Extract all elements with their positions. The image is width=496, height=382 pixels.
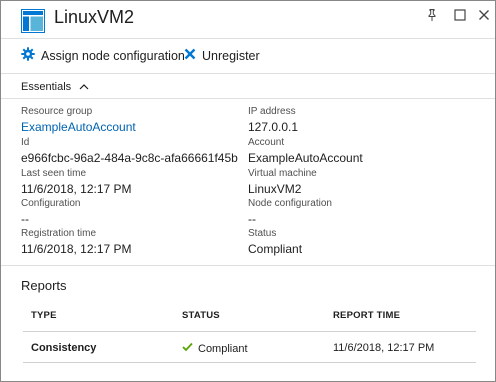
row-report-time: 11/6/2018, 12:17 PM xyxy=(333,342,435,354)
resource-group-link[interactable]: ExampleAutoAccount xyxy=(21,119,136,136)
column-header-status[interactable]: STATUS xyxy=(182,310,220,321)
field-value: Compliant xyxy=(248,242,303,256)
field-configuration: Configuration -- xyxy=(21,197,80,228)
field-value: ExampleAutoAccount xyxy=(248,151,363,165)
field-value: 11/6/2018, 12:17 PM xyxy=(21,182,132,196)
row-type: Consistency xyxy=(31,342,97,354)
gear-icon xyxy=(21,46,35,66)
row-status-text: Compliant xyxy=(198,342,248,355)
field-id: Id e966fcbc-96a2-484a-9c8c-afa66661f45b xyxy=(21,136,238,167)
field-virtual-machine: Virtual machine LinuxVM2 xyxy=(248,167,317,198)
field-label: Last seen time xyxy=(21,168,87,179)
table-row-divider xyxy=(23,362,476,363)
field-label: Id xyxy=(21,137,30,148)
table-header-divider xyxy=(23,331,476,332)
blade-header: LinuxVM2 xyxy=(1,1,495,38)
column-header-report-time[interactable]: REPORT TIME xyxy=(333,310,400,321)
field-label: Status xyxy=(248,228,277,239)
field-value: 127.0.0.1 xyxy=(248,120,299,134)
maximize-icon[interactable] xyxy=(453,8,467,22)
field-label: Account xyxy=(248,137,285,148)
unregister-label: Unregister xyxy=(202,49,260,63)
field-resource-group: Resource group ExampleAutoAccount xyxy=(21,105,136,136)
checkmark-icon xyxy=(182,342,198,355)
close-icon[interactable] xyxy=(477,8,491,22)
field-status: Status Compliant xyxy=(248,227,302,258)
node-blade: LinuxVM2 Assign node configuration Unreg… xyxy=(0,0,496,382)
essentials-divider xyxy=(1,98,495,99)
virtual-machine-icon xyxy=(21,9,45,33)
field-last-seen-time: Last seen time 11/6/2018, 12:17 PM xyxy=(21,167,132,198)
field-value: -- xyxy=(248,212,256,226)
field-label: IP address xyxy=(248,106,296,117)
field-ip-address: IP address 127.0.0.1 xyxy=(248,105,298,136)
field-account: Account ExampleAutoAccount xyxy=(248,136,363,167)
field-value: -- xyxy=(21,212,29,226)
section-divider xyxy=(1,265,495,266)
essentials-toggle[interactable]: Essentials xyxy=(21,79,89,95)
essentials-label: Essentials xyxy=(21,81,72,93)
field-label: Node configuration xyxy=(248,198,332,209)
field-value: LinuxVM2 xyxy=(248,182,302,196)
row-status: Compliant xyxy=(182,342,248,355)
field-label: Resource group xyxy=(21,106,93,117)
field-value: 11/6/2018, 12:17 PM xyxy=(21,242,132,256)
field-node-configuration: Node configuration -- xyxy=(248,197,332,228)
field-registration-time: Registration time 11/6/2018, 12:17 PM xyxy=(21,227,132,258)
close-x-icon xyxy=(184,47,196,65)
chevron-up-icon xyxy=(71,78,89,96)
field-label: Configuration xyxy=(21,198,81,209)
field-label: Registration time xyxy=(21,228,97,239)
unregister-button[interactable]: Unregister xyxy=(184,47,260,65)
toolbar-divider xyxy=(1,73,495,74)
pin-icon[interactable] xyxy=(425,8,439,22)
page-title: LinuxVM2 xyxy=(54,7,135,27)
field-value: e966fcbc-96a2-484a-9c8c-afa66661f45b xyxy=(21,151,238,165)
column-header-type[interactable]: TYPE xyxy=(31,310,57,321)
reports-heading: Reports xyxy=(21,278,67,293)
assign-label: Assign node configuration xyxy=(41,49,185,63)
assign-node-configuration-button[interactable]: Assign node configuration xyxy=(21,46,185,66)
command-bar: Assign node configuration Unregister xyxy=(1,39,495,73)
field-label: Virtual machine xyxy=(248,168,317,179)
